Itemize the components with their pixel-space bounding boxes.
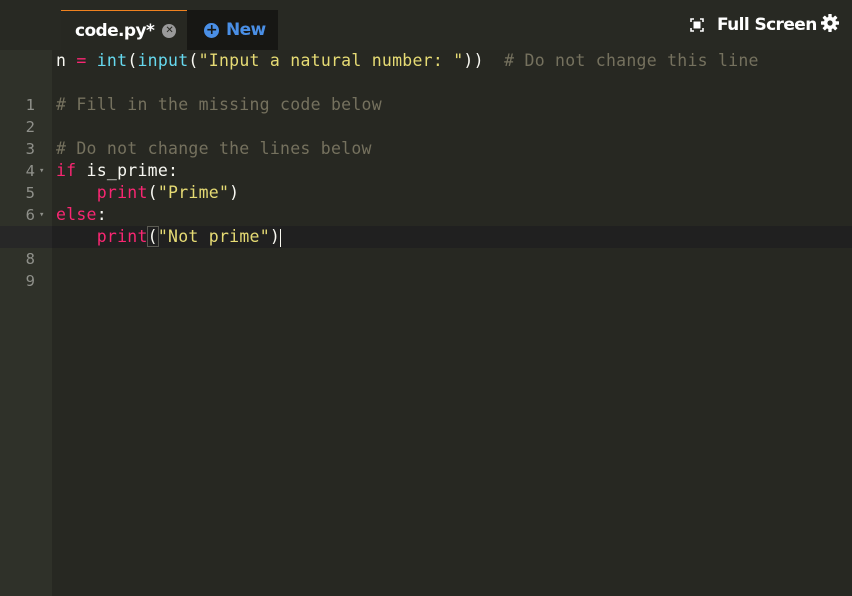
code-line[interactable]: 4 [0,116,852,180]
line-text[interactable]: else: [56,204,107,226]
tab-label: code.py* [75,20,155,41]
code-line[interactable]: 6 ▾ if is_prime: [0,160,852,224]
code-line[interactable]: 2 [0,72,852,136]
code-line[interactable]: 5 # Do not change the lines below [0,138,852,202]
line-text[interactable]: print("Not prime") [56,226,282,248]
line-text[interactable]: n = int(input("Input a natural number: "… [56,50,759,72]
fold-arrow-icon[interactable]: ▾ [39,160,44,182]
fullscreen-button[interactable]: Full Screen [690,12,817,38]
new-tab-button[interactable]: + New [187,10,278,50]
line-text[interactable]: # Fill in the missing code below [56,94,382,116]
fullscreen-icon [690,18,704,32]
fold-arrow-icon[interactable]: ▾ [39,204,44,226]
line-text[interactable]: # Do not change the lines below [56,138,372,160]
new-tab-label: New [226,20,266,40]
code-line[interactable]: 8 ▾ else: [0,204,852,268]
line-text[interactable]: if is_prime: [56,160,178,182]
close-icon[interactable]: ✕ [162,23,177,38]
code-line-active[interactable]: 9 print("Not prime") [0,226,852,290]
line-number: 9 [25,272,35,290]
text-cursor [280,228,282,247]
gear-icon[interactable] [820,13,840,33]
plus-circle-icon: + [204,21,219,38]
line-text[interactable]: print("Prime") [56,182,239,204]
code-lines[interactable]: 1 n = int(input("Input a natural number:… [0,50,852,290]
code-line[interactable]: 3 # Fill in the missing code below [0,94,852,158]
code-line[interactable]: 1 n = int(input("Input a natural number:… [0,50,852,114]
tab-code-py[interactable]: code.py* ✕ [61,10,187,50]
fullscreen-label: Full Screen [717,15,817,35]
code-line[interactable]: 7 print("Prime") [0,182,852,246]
